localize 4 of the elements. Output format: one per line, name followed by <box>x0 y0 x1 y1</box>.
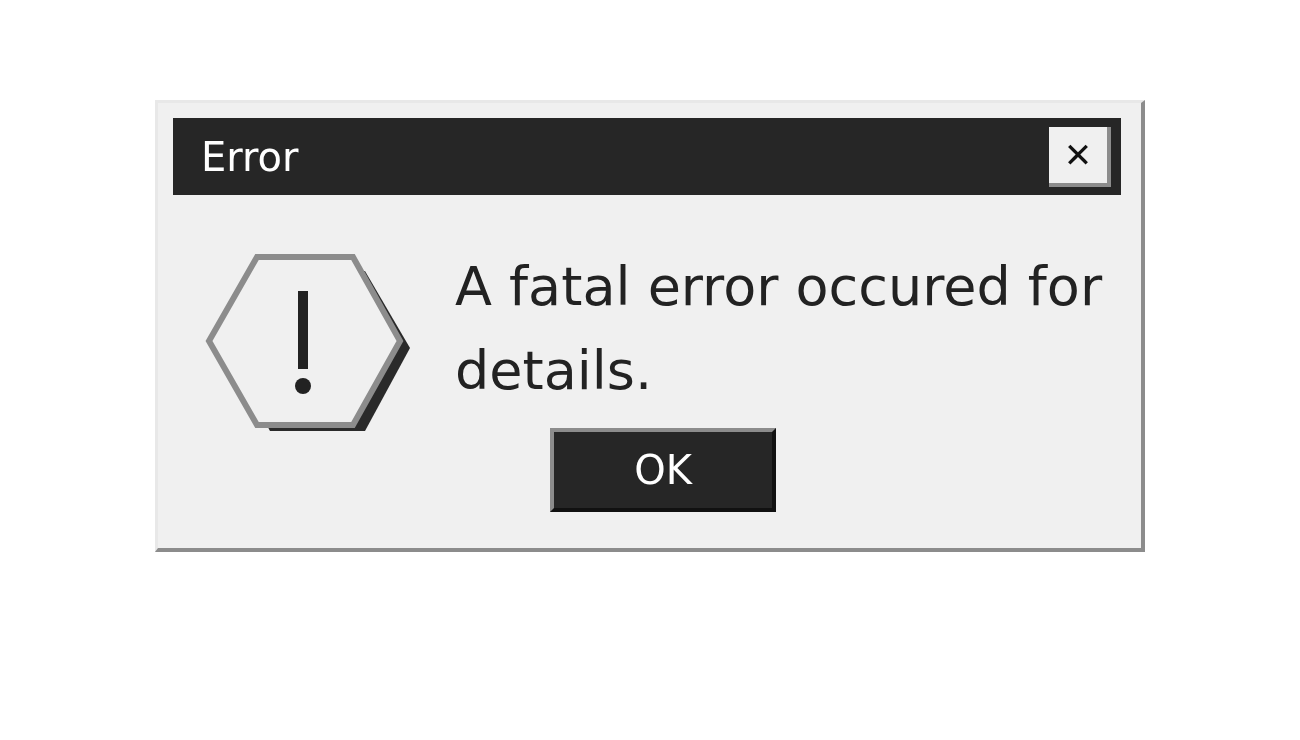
ok-button[interactable]: OK <box>550 428 776 512</box>
error-message: A fatal error occured for details. <box>455 254 1104 404</box>
window-title: Error <box>201 133 299 180</box>
close-button[interactable]: ✕ <box>1049 126 1111 187</box>
